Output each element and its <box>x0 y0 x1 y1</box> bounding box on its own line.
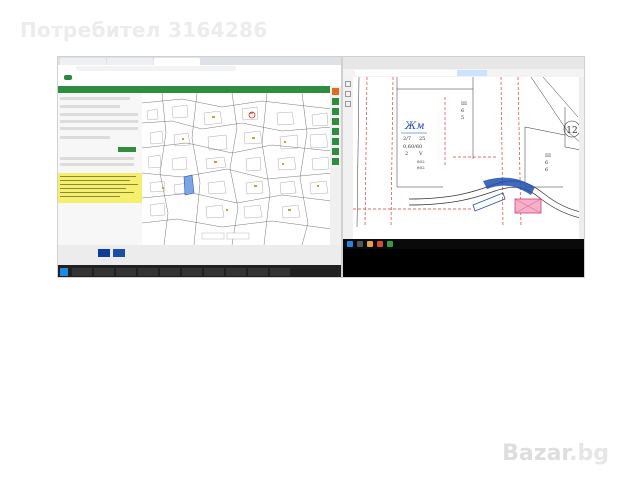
parcel-label: III <box>461 101 467 107</box>
search-icon[interactable] <box>357 241 363 247</box>
username-watermark: Потребител 3164286 <box>20 18 268 42</box>
tool-button[interactable] <box>332 148 339 155</box>
site-header <box>58 72 341 86</box>
file-explorer-icon[interactable] <box>367 241 373 247</box>
windows-start-icon[interactable] <box>60 268 68 276</box>
pdf-tab[interactable] <box>405 70 437 76</box>
tool-button[interactable] <box>332 88 339 95</box>
taskbar-item[interactable] <box>204 268 224 276</box>
browser-tab[interactable] <box>107 58 153 65</box>
browser-tab-bar <box>58 57 341 65</box>
info-note <box>58 173 142 203</box>
browser-icon[interactable] <box>387 241 393 247</box>
parcel-label: 6 <box>545 160 548 166</box>
panel-field[interactable] <box>60 136 110 139</box>
parcel-label: III <box>545 153 551 159</box>
tool-button[interactable] <box>332 138 339 145</box>
parcel-label: 5 <box>461 115 464 121</box>
taskbar-strip <box>343 239 584 249</box>
panel-tab-row[interactable] <box>60 105 120 108</box>
pdf-title-bar <box>343 57 584 69</box>
panel-field[interactable] <box>60 120 138 123</box>
pdf-page-canvas[interactable]: 12 137 Жм 2/7 25 0,60/60 2 V 802 802 III… <box>353 77 584 239</box>
tool-button[interactable] <box>332 118 339 125</box>
parcel-label: 2 <box>405 151 408 157</box>
page-thumbnail-icon[interactable] <box>345 81 351 87</box>
browser-window-screenshot <box>57 56 342 278</box>
tool-button[interactable] <box>332 158 339 165</box>
zone-label: Жм <box>404 121 425 132</box>
site-logo <box>64 75 72 80</box>
bazar-logo-domain: .bg <box>569 441 609 466</box>
pdf-app-icon[interactable] <box>377 241 383 247</box>
search-button[interactable] <box>118 147 136 152</box>
parcel-label: 2/7 <box>403 136 411 142</box>
parcel-label: 6 <box>461 108 464 114</box>
bookmark-icon[interactable] <box>345 91 351 97</box>
taskbar-item[interactable] <box>270 268 290 276</box>
eu-flag-icon <box>98 249 110 257</box>
search-side-panel <box>58 93 143 245</box>
tool-button[interactable] <box>332 108 339 115</box>
map-toolbar <box>58 86 341 93</box>
panel-field[interactable] <box>60 157 134 160</box>
cadastral-plan-drawing: 12 137 Жм 2/7 25 0,60/60 2 V 802 802 III… <box>353 77 584 239</box>
parcel-label: 0,60/60 <box>403 144 422 150</box>
pdf-tab[interactable] <box>383 70 407 76</box>
map-drawing <box>142 93 332 245</box>
parcel-number-label: 12 <box>566 126 577 136</box>
browser-tab[interactable] <box>60 58 106 65</box>
taskbar-item[interactable] <box>72 268 92 276</box>
taskbar-item[interactable] <box>248 268 268 276</box>
url-field[interactable] <box>76 66 236 71</box>
comment-icon[interactable] <box>345 101 351 107</box>
parcel-label: 802 <box>417 165 425 170</box>
site-footer <box>58 245 341 265</box>
taskbar-item[interactable] <box>160 268 180 276</box>
taskbar-item[interactable] <box>226 268 246 276</box>
parcel-label: V <box>418 151 423 157</box>
browser-tab-active[interactable] <box>154 58 200 65</box>
taskbar-item[interactable] <box>182 268 202 276</box>
eu-fund-logo-icon <box>113 249 125 257</box>
bazar-logo-text: Bazar <box>502 441 570 466</box>
panel-field[interactable] <box>60 163 134 166</box>
parcel-label: 802 <box>417 159 425 164</box>
pdf-tab[interactable] <box>355 70 385 76</box>
panel-field[interactable] <box>60 113 138 116</box>
panel-field[interactable] <box>60 127 138 130</box>
pdf-viewer-screenshot: 12 137 Жм 2/7 25 0,60/60 2 V 802 802 III… <box>342 56 585 278</box>
tool-button[interactable] <box>332 128 339 135</box>
pdf-tab-active[interactable] <box>457 70 487 76</box>
parcel-label: 6 <box>545 167 548 173</box>
tool-button[interactable] <box>332 98 339 105</box>
bazar-logo: Bazar.bg <box>502 441 609 466</box>
taskbar-item[interactable] <box>138 268 158 276</box>
windows-start-icon[interactable] <box>347 241 353 247</box>
map-tools-rail <box>330 86 341 245</box>
parcel-label: 25 <box>419 136 425 142</box>
pdf-tab[interactable] <box>435 70 459 76</box>
taskbar-item[interactable] <box>94 268 114 276</box>
taskbar-item[interactable] <box>116 268 136 276</box>
panel-search-row[interactable] <box>60 97 130 100</box>
windows-taskbar <box>343 239 584 277</box>
windows-taskbar <box>58 265 341 277</box>
pdf-scrollbar[interactable] <box>579 77 584 239</box>
cadastral-map[interactable] <box>142 93 332 245</box>
